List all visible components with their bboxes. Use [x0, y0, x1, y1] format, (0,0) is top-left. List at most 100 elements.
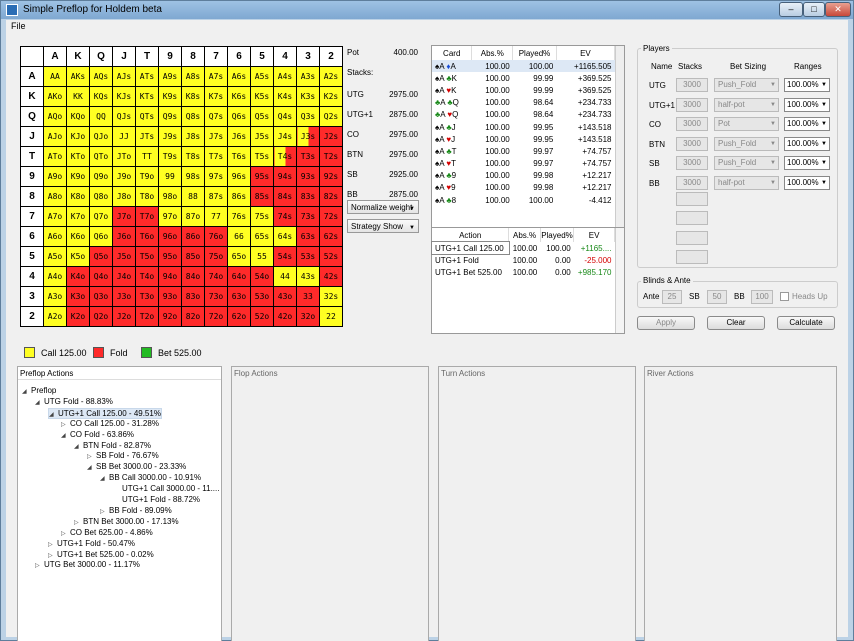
tree-node[interactable]: ◢ UTG Fold - 88.83% — [35, 397, 113, 406]
action-col-header[interactable]: EV — [573, 228, 615, 242]
tree-node[interactable]: ▷ BTN Bet 3000.00 - 17.13% — [74, 517, 179, 526]
table-row[interactable]: ♠A ♣J 100.00 99.95 +143.518 — [432, 120, 624, 134]
expand-arrow-icon[interactable]: ▷ — [35, 562, 44, 569]
hand-cell[interactable]: J8s — [181, 126, 205, 147]
hand-cell[interactable]: T7o — [135, 206, 159, 227]
hand-cell[interactable]: KJs — [112, 86, 136, 107]
extra-stack-field-3[interactable] — [676, 231, 708, 245]
hand-cell[interactable]: 53s — [296, 246, 320, 267]
hand-cell[interactable]: K7s — [204, 86, 228, 107]
hand-cell[interactable]: KK — [66, 86, 90, 107]
hand-cell[interactable]: J6s — [227, 126, 251, 147]
hand-cell[interactable]: Q3s — [296, 106, 320, 127]
hand-cell[interactable]: K9s — [158, 86, 182, 107]
table-row[interactable]: ♠A ♣8 100.00 100.00 -4.412 — [432, 194, 624, 207]
bet-sizing-select[interactable]: Pot ▼ — [714, 117, 779, 131]
table-row[interactable]: ♠A ♥T 100.00 99.97 +74.757 — [432, 157, 624, 170]
player-stack-field[interactable]: 3000 — [676, 156, 708, 170]
hand-cell[interactable]: A4s — [273, 66, 297, 87]
tree-node[interactable]: ◢ Preflop — [22, 386, 56, 395]
hand-cell[interactable]: 33 — [296, 286, 320, 307]
hand-cell[interactable]: T3o — [135, 286, 159, 307]
hand-cell[interactable]: Q3o — [89, 286, 113, 307]
hand-cell[interactable]: QJo — [89, 126, 113, 147]
hand-cell[interactable]: Q8s — [181, 106, 205, 127]
range-select[interactable]: 100.00% ▼ — [784, 156, 830, 170]
hand-cell[interactable]: 96o — [158, 226, 182, 247]
hand-cell[interactable]: 77 — [204, 206, 228, 227]
player-stack-field[interactable]: 3000 — [676, 175, 708, 190]
hand-cell[interactable]: 62s — [319, 226, 343, 247]
expand-arrow-icon[interactable]: ▷ — [48, 541, 57, 548]
table-row[interactable]: UTG+1 Bet 525.00 100.00 0.00 +985.170 — [432, 266, 624, 278]
range-select[interactable]: 100.00% ▼ — [784, 175, 830, 190]
hand-cell[interactable]: TT — [135, 146, 159, 167]
hand-cell[interactable]: K8s — [181, 86, 205, 107]
maximize-button[interactable]: □ — [803, 2, 825, 17]
hand-cell[interactable]: T8s — [181, 146, 205, 167]
hand-cell[interactable]: A8o — [43, 186, 67, 207]
hand-cell[interactable]: Q9s — [158, 106, 182, 127]
hand-cell[interactable]: AQo — [43, 106, 67, 127]
action-table-scrollbar[interactable] — [615, 228, 624, 333]
table-row[interactable]: ♠A ♣K 100.00 99.99 +369.525 — [432, 72, 624, 85]
hand-cell[interactable]: K3s — [296, 86, 320, 107]
hand-cell[interactable]: T4o — [135, 266, 159, 287]
hand-cell[interactable]: 66 — [227, 226, 251, 247]
hand-cell[interactable]: 94o — [158, 266, 182, 287]
hand-cell[interactable]: J6o — [112, 226, 136, 247]
tree-node[interactable]: ▷ UTG+1 Bet 525.00 - 0.02% — [48, 550, 154, 559]
hand-cell[interactable]: KQo — [66, 106, 90, 127]
hand-cell[interactable]: 93s — [296, 166, 320, 187]
ante-field[interactable]: 25 — [662, 290, 682, 304]
hand-cell[interactable]: A2o — [43, 306, 67, 327]
card-col-header[interactable]: EV — [556, 46, 616, 60]
expand-arrow-icon[interactable]: ▷ — [87, 453, 96, 460]
hand-cell[interactable]: A9s — [158, 66, 182, 87]
table-row[interactable]: ♠A ♣T 100.00 99.97 +74.757 — [432, 145, 624, 158]
bet-sizing-select[interactable]: Push_Fold ▼ — [714, 136, 779, 151]
hand-cell[interactable]: 74s — [273, 206, 297, 227]
hand-cell[interactable]: 42s — [319, 266, 343, 287]
action-col-header[interactable]: Action — [432, 228, 510, 242]
hand-cell[interactable]: J9s — [158, 126, 182, 147]
bet-sizing-select[interactable]: half-pot ▼ — [714, 97, 779, 112]
hand-cell[interactable]: 98s — [181, 166, 205, 187]
hand-cell[interactable]: 52o — [250, 306, 274, 327]
hand-cell[interactable]: J4s — [273, 126, 297, 147]
hand-cell[interactable]: 72o — [204, 306, 228, 327]
tree-node[interactable]: ◢ SB Bet 3000.00 - 23.33% — [87, 462, 186, 471]
table-row[interactable]: ♠A ♥J 100.00 99.95 +143.518 — [432, 133, 624, 146]
hand-cell[interactable]: 83s — [296, 186, 320, 207]
hand-cell[interactable]: QTo — [89, 146, 113, 167]
hand-cell[interactable]: Q7s — [204, 106, 228, 127]
hand-cell[interactable]: T5s — [250, 146, 274, 167]
hand-cell[interactable]: 85o — [181, 246, 205, 267]
hand-cell[interactable]: 76s — [227, 206, 251, 227]
hand-cell[interactable]: 65s — [250, 226, 274, 247]
hand-cell[interactable]: 84s — [273, 186, 297, 207]
hand-cell[interactable]: K2s — [319, 86, 343, 107]
card-col-header[interactable]: Abs.% — [471, 46, 514, 60]
hand-cell[interactable]: 52s — [319, 246, 343, 267]
player-stack-field[interactable]: 3000 — [676, 117, 708, 131]
hand-cell[interactable]: J3s — [296, 126, 320, 147]
hand-cell[interactable]: Q8o — [89, 186, 113, 207]
hand-cell[interactable]: T5o — [135, 246, 159, 267]
expand-arrow-icon[interactable]: ◢ — [35, 399, 44, 406]
hand-cell[interactable]: 86o — [181, 226, 205, 247]
hand-cell[interactable]: 92o — [158, 306, 182, 327]
tree-node[interactable]: ◢ BB Call 3000.00 - 10.91% — [100, 473, 201, 482]
hand-cell[interactable]: T4s — [273, 146, 297, 167]
table-row[interactable]: ♠A ♥9 100.00 99.98 +12.217 — [432, 181, 624, 195]
hand-cell[interactable]: A3s — [296, 66, 320, 87]
expand-arrow-icon[interactable]: ◢ — [87, 464, 96, 471]
range-select[interactable]: 100.00% ▼ — [784, 78, 830, 92]
table-row[interactable]: UTG+1 Call 125.00 100.00 100.00 +1165.... — [431, 240, 624, 256]
hand-cell[interactable]: 82o — [181, 306, 205, 327]
range-select[interactable]: 100.00% ▼ — [784, 136, 830, 151]
hand-cell[interactable]: Q2o — [89, 306, 113, 327]
hand-cell[interactable]: 54s — [273, 246, 297, 267]
expand-arrow-icon[interactable]: ◢ — [74, 443, 83, 450]
hand-cell[interactable]: Q4s — [273, 106, 297, 127]
